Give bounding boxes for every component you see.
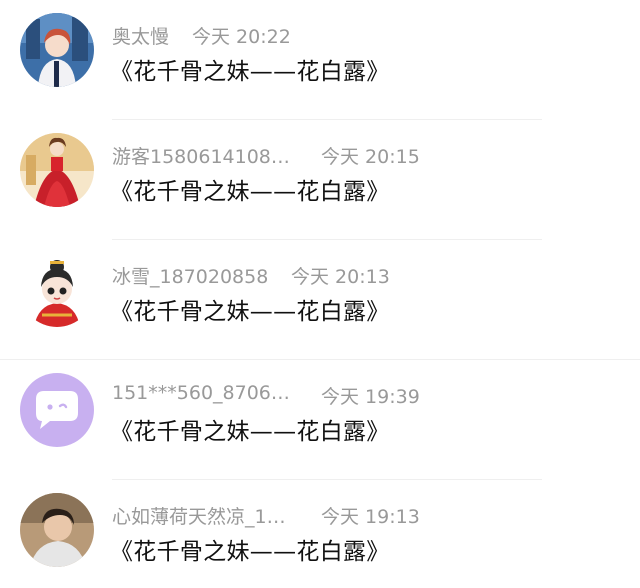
username[interactable]: 心如薄荷天然凉_1… xyxy=(112,502,286,529)
chibi-bride-avatar-icon xyxy=(20,253,94,327)
avatar[interactable] xyxy=(20,253,94,327)
timestamp: 今天 20:13 xyxy=(291,266,390,288)
timestamp: 今天 20:15 xyxy=(321,146,420,168)
comment-text[interactable]: 《花千骨之妹——花白露》 xyxy=(110,292,390,326)
username[interactable]: 151***560_8706… xyxy=(112,382,290,404)
list-item[interactable]: 奥太慢 今天 20:22 《花千骨之妹——花白露》 xyxy=(0,0,640,120)
comment-text[interactable]: 《花千骨之妹——花白露》 xyxy=(110,412,390,446)
avatar[interactable] xyxy=(20,493,94,567)
timestamp: 今天 19:39 xyxy=(321,386,420,408)
chat-bubble-avatar-icon xyxy=(20,373,94,447)
list-item[interactable]: 游客1580614108… 今天 20:15 《花千骨之妹——花白露》 xyxy=(0,120,640,240)
timestamp: 今天 19:13 xyxy=(321,506,420,528)
anime-boy-avatar-icon xyxy=(20,13,94,87)
avatar[interactable] xyxy=(20,133,94,207)
timestamp: 今天 20:22 xyxy=(192,26,291,48)
username[interactable]: 游客1580614108… xyxy=(112,142,290,169)
red-gown-girl-avatar-icon xyxy=(20,133,94,207)
item-meta: 奥太慢 今天 20:22 xyxy=(112,22,291,49)
avatar[interactable] xyxy=(20,13,94,87)
comment-text[interactable]: 《花千骨之妹——花白露》 xyxy=(110,532,390,566)
list-item[interactable]: 心如薄荷天然凉_1… 今天 19:13 《花千骨之妹——花白露》 xyxy=(0,480,640,588)
item-meta: 冰雪_187020858 今天 20:13 xyxy=(112,262,390,289)
item-meta: 游客1580614108… 今天 20:15 xyxy=(112,142,420,169)
photo-boy-avatar-icon xyxy=(20,493,94,567)
comment-text[interactable]: 《花千骨之妹——花白露》 xyxy=(110,52,390,86)
list-item[interactable]: 151***560_8706… 今天 19:39 《花千骨之妹——花白露》 xyxy=(0,360,640,480)
item-meta: 151***560_8706… 今天 19:39 xyxy=(112,382,420,408)
comment-feed: 奥太慢 今天 20:22 《花千骨之妹——花白露》 游客1580614108… … xyxy=(0,0,640,588)
item-meta: 心如薄荷天然凉_1… 今天 19:13 xyxy=(112,502,420,529)
comment-text[interactable]: 《花千骨之妹——花白露》 xyxy=(110,172,390,206)
username[interactable]: 冰雪_187020858 xyxy=(112,262,268,289)
avatar[interactable] xyxy=(20,373,94,447)
username[interactable]: 奥太慢 xyxy=(112,22,169,49)
list-item[interactable]: 冰雪_187020858 今天 20:13 《花千骨之妹——花白露》 xyxy=(0,240,640,360)
